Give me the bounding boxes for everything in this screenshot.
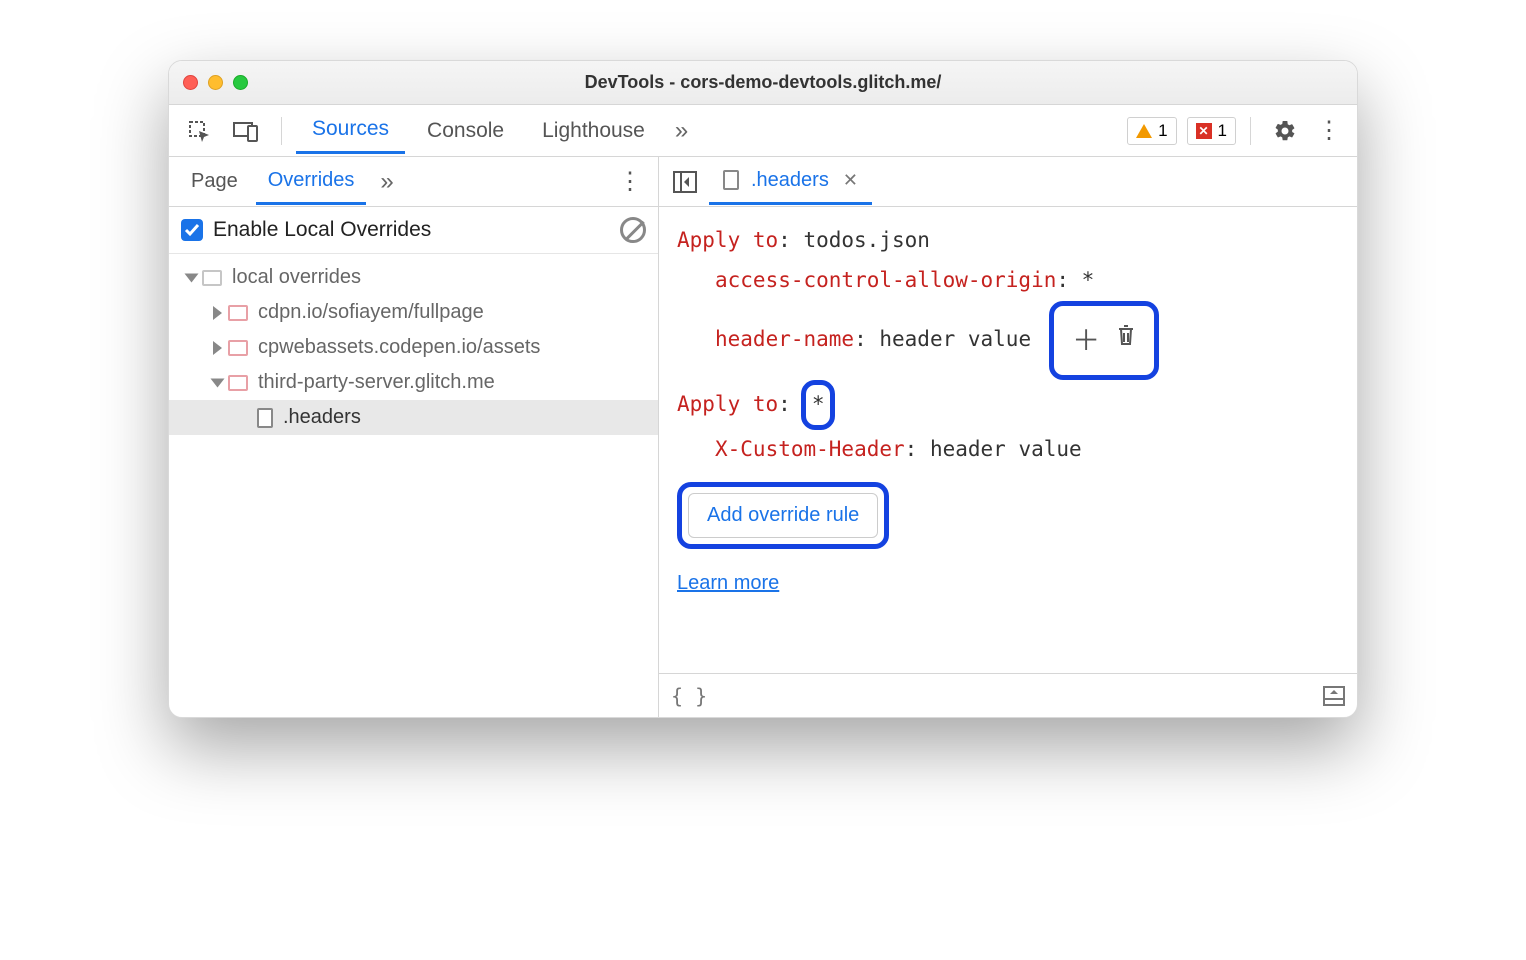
apply-to-target: todos.json xyxy=(803,228,929,252)
warnings-count: 1 xyxy=(1158,121,1167,141)
navigator-panel: Page Overrides » ⋮ Enable Local Override… xyxy=(169,157,659,717)
header-name: header-name xyxy=(715,327,854,351)
navigator-more-tabs-icon[interactable]: » xyxy=(372,164,398,200)
enable-overrides-row: Enable Local Overrides xyxy=(169,207,658,254)
learn-more-link[interactable]: Learn more xyxy=(677,572,779,594)
tree-file-selected[interactable]: .headers xyxy=(169,400,658,435)
navigator-tabs: Page Overrides » ⋮ xyxy=(169,157,658,207)
chevron-right-icon xyxy=(213,306,222,320)
enable-overrides-checkbox[interactable] xyxy=(181,219,203,241)
kebab-menu-icon[interactable]: ⋮ xyxy=(1311,116,1347,145)
add-override-rule-button[interactable]: Add override rule xyxy=(688,493,878,538)
settings-gear-icon[interactable] xyxy=(1265,115,1305,147)
chevron-right-icon xyxy=(213,341,222,355)
devtools-window: DevTools - cors-demo-devtools.glitch.me/… xyxy=(168,60,1358,718)
tree-root[interactable]: local overrides xyxy=(169,260,658,295)
header-name: access-control-allow-origin xyxy=(715,268,1056,292)
file-tree: local overrides cdpn.io/sofiayem/fullpag… xyxy=(169,254,658,441)
navigator-tab-overrides[interactable]: Overrides xyxy=(256,159,367,205)
editor-status-bar: { } xyxy=(659,673,1357,717)
highlight-annotation: * xyxy=(801,380,836,430)
editor-panel: .headers ✕ Apply to: todos.json access-c… xyxy=(659,157,1357,717)
errors-count: 1 xyxy=(1218,121,1227,141)
apply-to-row[interactable]: Apply to: * xyxy=(677,380,1339,430)
tree-root-label: local overrides xyxy=(232,266,361,289)
folder-icon xyxy=(228,340,248,356)
chevron-down-icon xyxy=(185,273,199,282)
navigator-menu-icon[interactable]: ⋮ xyxy=(612,167,648,196)
toolbar-divider xyxy=(281,117,282,145)
apply-to-row[interactable]: Apply to: todos.json xyxy=(677,221,1339,261)
tab-sources[interactable]: Sources xyxy=(296,107,405,154)
more-tabs-icon[interactable]: » xyxy=(667,113,693,149)
file-icon xyxy=(257,408,273,428)
window-title: DevTools - cors-demo-devtools.glitch.me/ xyxy=(169,72,1357,93)
inspect-element-icon[interactable] xyxy=(179,115,219,147)
tree-file-label: .headers xyxy=(283,406,361,429)
error-icon: ✕ xyxy=(1196,123,1212,139)
header-row[interactable]: X-Custom-Header: header value xyxy=(677,430,1339,470)
apply-to-label: Apply to xyxy=(677,228,778,252)
editor-tab-label: .headers xyxy=(751,169,829,192)
apply-to-target[interactable]: * xyxy=(812,385,825,425)
editor-tab-headers[interactable]: .headers ✕ xyxy=(709,159,872,205)
toggle-drawer-icon[interactable] xyxy=(1323,686,1345,706)
tree-folder-label: cdpn.io/sofiayem/fullpage xyxy=(258,301,484,324)
warnings-badge[interactable]: 1 xyxy=(1127,117,1176,145)
tree-folder-label: third-party-server.glitch.me xyxy=(258,371,495,394)
chevron-down-icon xyxy=(211,378,225,387)
folder-icon xyxy=(228,305,248,321)
tab-lighthouse[interactable]: Lighthouse xyxy=(526,109,661,153)
close-tab-icon[interactable]: ✕ xyxy=(843,170,858,191)
pretty-print-icon[interactable]: { } xyxy=(671,684,707,708)
header-row[interactable]: header-name: header value ＋ xyxy=(677,301,1339,380)
delete-header-icon[interactable] xyxy=(1116,320,1136,360)
warning-icon xyxy=(1136,124,1152,138)
editor-tabs: .headers ✕ xyxy=(659,157,1357,207)
header-value: header value xyxy=(930,437,1082,461)
tree-folder[interactable]: cdpn.io/sofiayem/fullpage xyxy=(169,295,658,330)
add-header-icon[interactable]: ＋ xyxy=(1072,314,1100,367)
toolbar-divider xyxy=(1250,117,1251,145)
file-icon xyxy=(723,170,739,190)
clear-overrides-icon[interactable] xyxy=(620,217,646,243)
toggle-navigator-icon[interactable] xyxy=(665,167,705,197)
tree-folder[interactable]: cpwebassets.codepen.io/assets xyxy=(169,330,658,365)
folder-icon xyxy=(228,375,248,391)
navigator-tab-page[interactable]: Page xyxy=(179,160,250,203)
highlight-annotation: Add override rule xyxy=(677,482,889,549)
header-value: header value xyxy=(879,327,1031,351)
enable-overrides-label: Enable Local Overrides xyxy=(213,218,431,242)
header-value: * xyxy=(1082,268,1095,292)
errors-badge[interactable]: ✕ 1 xyxy=(1187,117,1236,145)
content-area: Page Overrides » ⋮ Enable Local Override… xyxy=(169,157,1357,717)
apply-to-label: Apply to xyxy=(677,392,778,416)
tree-folder[interactable]: third-party-server.glitch.me xyxy=(169,365,658,400)
header-name: X-Custom-Header xyxy=(715,437,905,461)
headers-editor: Apply to: todos.json access-control-allo… xyxy=(659,207,1357,673)
device-toolbar-icon[interactable] xyxy=(225,116,267,146)
tab-console[interactable]: Console xyxy=(411,109,520,153)
titlebar: DevTools - cors-demo-devtools.glitch.me/ xyxy=(169,61,1357,105)
tree-folder-label: cpwebassets.codepen.io/assets xyxy=(258,336,540,359)
folder-icon xyxy=(202,270,222,286)
highlight-annotation: ＋ xyxy=(1049,301,1159,380)
header-row[interactable]: access-control-allow-origin: * xyxy=(677,261,1339,301)
main-toolbar: Sources Console Lighthouse » 1 ✕ 1 ⋮ xyxy=(169,105,1357,157)
